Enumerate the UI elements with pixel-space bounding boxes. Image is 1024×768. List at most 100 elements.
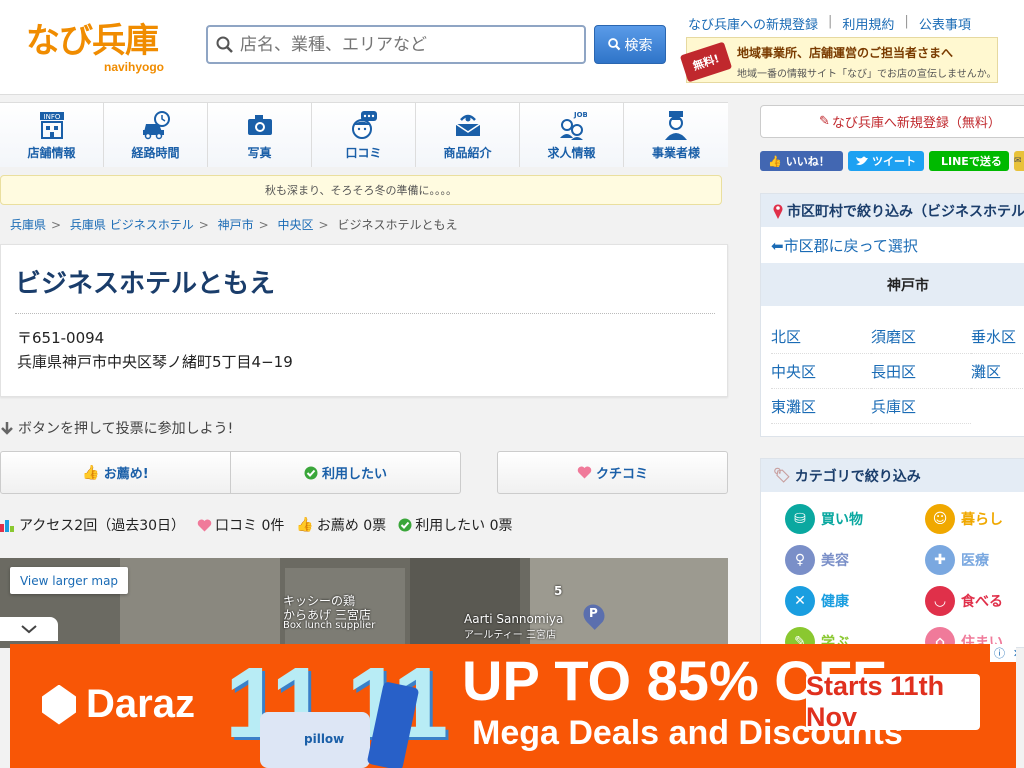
breadcrumb-prefecture[interactable]: 兵庫県	[10, 218, 46, 232]
breadcrumb-category[interactable]: 兵庫県 ビジネスホテル	[70, 218, 194, 232]
svg-text:INFO: INFO	[43, 113, 60, 121]
tab-label: 経路時間	[131, 146, 180, 160]
food-bowl-icon: ◡	[925, 585, 955, 616]
tab-business[interactable]: 事業者様	[624, 103, 728, 167]
line-share-button[interactable]: LINEで送る	[929, 151, 1009, 171]
map-building	[530, 558, 728, 648]
sidebar-register-button[interactable]: ✎ なび兵庫へ新規登録（無料）	[760, 105, 1024, 138]
ad-info-icon[interactable]: ⓘ	[994, 645, 1005, 661]
tab-shop-info[interactable]: INFO 店舗情報	[0, 103, 104, 167]
category-health[interactable]: ✕ 健康	[785, 580, 925, 621]
tweet-button[interactable]: ツイート	[848, 151, 924, 171]
breadcrumb-separator: >	[258, 218, 269, 232]
breadcrumb-city[interactable]: 神戸市	[218, 218, 254, 232]
owner-banner[interactable]: 無料! 地域事業所、店舗運営のご担当者さまへ 地域一番の情報サイト「なび」でお店…	[679, 37, 998, 83]
svg-text:JOB: JOB	[573, 111, 587, 119]
daraz-banner-ad[interactable]: Daraz 11.11 pillow UP TO 85% OFF Mega De…	[10, 644, 1016, 768]
search-icon	[607, 38, 620, 51]
review-button[interactable]: クチコミ	[497, 451, 728, 494]
arrow-down-icon	[1, 422, 13, 435]
category-living[interactable]: ☺ 暮らし	[925, 498, 1024, 539]
ward-link-higashinada[interactable]: 東灘区	[771, 389, 871, 424]
vote-hint-text: ボタンを押して投票に参加しよう!	[18, 421, 234, 437]
shop-stats: アクセス2回（過去30日） 口コミ 0件 👍 お薦め 0票 利用したい 0票	[0, 515, 513, 535]
breadcrumb-separator: >	[198, 218, 209, 232]
breadcrumb-ward[interactable]: 中央区	[278, 218, 314, 232]
breadcrumb: 兵庫県 > 兵庫県 ビジネスホテル > 神戸市 > 中央区 > ビジネスホテルともえ	[10, 216, 457, 233]
category-beauty[interactable]: ♀ 美容	[785, 539, 925, 580]
category-food[interactable]: ◡ 食べる	[925, 580, 1024, 621]
close-icon[interactable]: ✕	[1013, 647, 1016, 660]
ward-link-tarumi[interactable]: 垂水区	[971, 319, 1024, 354]
mail-share-button[interactable]: ✉	[1014, 151, 1024, 171]
tab-reviews[interactable]: 口コミ	[312, 103, 416, 167]
divider: |	[904, 14, 909, 29]
access-stat: アクセス2回（過去30日）	[0, 515, 185, 535]
map-label: 5	[554, 584, 563, 598]
view-larger-map-link[interactable]: View larger map	[10, 567, 128, 594]
map-label: Box lunch supplier	[283, 620, 376, 631]
city-heading: 神戸市	[761, 263, 1024, 306]
logo-text: なび兵庫	[26, 21, 159, 61]
back-to-districts-link[interactable]: ⬅市区郡に戻って選択	[761, 227, 1024, 263]
family-icon: ☺	[925, 503, 955, 534]
bar-chart-icon	[0, 520, 14, 532]
access-count: アクセス2回（過去30日）	[19, 518, 186, 534]
ward-link-chuo[interactable]: 中央区	[771, 354, 871, 389]
search-button[interactable]: 検索	[594, 25, 666, 64]
want-use-button[interactable]: 利用したい	[230, 452, 460, 493]
category-list: ⛁ 買い物 ☺ 暮らし ♀ 美容 ✚ 医療 ✕ 健康 ◡ 食べる ✎ 学ぶ ⌂	[761, 492, 1024, 662]
category-shopping[interactable]: ⛁ 買い物	[785, 498, 925, 539]
tab-photos[interactable]: 写真	[208, 103, 312, 167]
tab-label: 写真	[247, 146, 272, 160]
embedded-map[interactable]: View larger map キッシーの鶏 からあげ 三宮店 Box lunc…	[0, 558, 728, 648]
ward-link-hyogo[interactable]: 兵庫区	[871, 389, 971, 424]
category-medical[interactable]: ✚ 医療	[925, 539, 1024, 580]
tab-route-time[interactable]: 経路時間	[104, 103, 208, 167]
ward-link-suma[interactable]: 須磨区	[871, 319, 971, 354]
ward-link-kita[interactable]: 北区	[771, 319, 871, 354]
ad-pillow-label: pillow	[304, 732, 345, 746]
free-tag: 無料!	[679, 41, 733, 83]
chat-face-icon	[349, 110, 379, 140]
check-circle-icon	[398, 518, 412, 532]
search-box	[206, 25, 586, 64]
shop-info-card: ビジネスホテルともえ 〒651-0094 兵庫県神戸市中央区琴ノ緒町5丁目4−1…	[0, 244, 728, 397]
ad-pillow-image: pillow	[260, 712, 370, 768]
terms-link[interactable]: 利用規約	[842, 14, 894, 33]
tab-jobs[interactable]: JOB 求人情報	[520, 103, 624, 167]
map-building	[120, 558, 280, 648]
disclosure-link[interactable]: 公表事項	[919, 14, 971, 33]
tab-products[interactable]: 商品紹介	[416, 103, 520, 167]
shop-nav-tabs: INFO 店舗情報 経路時間 写真 口コミ 商品紹介 JOB 求人情報 事業者様	[0, 102, 728, 167]
business-person-icon	[661, 110, 691, 140]
ad-cta-button[interactable]: Starts 11th Nov	[806, 671, 980, 732]
edit-icon: ✎	[819, 114, 830, 129]
heart-icon	[577, 466, 592, 479]
category-label: 暮らし	[961, 511, 1003, 528]
search-icon	[216, 36, 233, 53]
collapse-toggle[interactable]	[0, 617, 58, 641]
thumbs-up-icon: 👍	[82, 464, 100, 481]
line-label: LINEで送る	[941, 155, 1002, 168]
header: なび兵庫 navihyogo 検索 なび兵庫への新規登録 | 利用規約 | 公表…	[0, 0, 1024, 95]
shop-address: 兵庫県神戸市中央区琴ノ緒町5丁目4−19	[17, 353, 293, 371]
search-input[interactable]	[240, 34, 570, 55]
site-logo[interactable]: なび兵庫 navihyogo	[26, 22, 176, 82]
map-pin-icon	[773, 203, 783, 219]
recommend-count: お薦め 0票	[316, 518, 387, 534]
category-label: 医療	[961, 552, 989, 569]
facebook-like-button[interactable]: 👍 いいね！	[760, 151, 843, 171]
ad-controls: ⓘ ✕	[990, 644, 1016, 662]
car-clock-icon	[141, 110, 171, 140]
tweet-label: ツイート	[872, 155, 916, 168]
tag-icon: 🏷	[773, 467, 791, 484]
banner-headline: 地域事業所、店舗運営のご担当者さまへ	[737, 46, 954, 60]
ward-link-nagata[interactable]: 長田区	[871, 354, 971, 389]
ward-link-nada[interactable]: 灘区	[971, 354, 1024, 389]
tab-label: 口コミ	[345, 146, 382, 160]
thumbs-up-icon: 👍	[768, 154, 782, 168]
map-label: Aarti Sannomiya	[464, 612, 564, 626]
register-link[interactable]: なび兵庫への新規登録	[688, 14, 818, 33]
recommend-button[interactable]: 👍 お薦め!	[1, 452, 230, 493]
